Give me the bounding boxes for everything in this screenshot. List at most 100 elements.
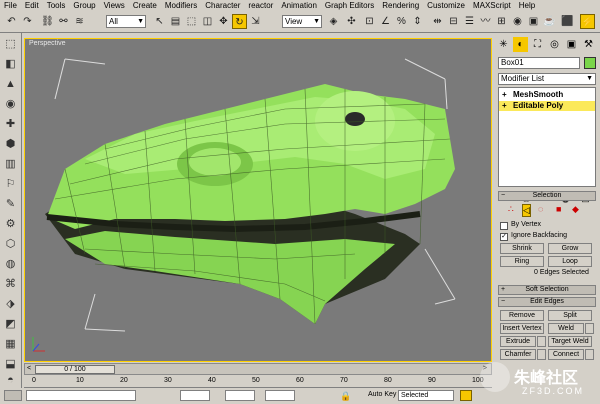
menu-item[interactable]: Graph Editors	[325, 0, 374, 11]
link-icon[interactable]: ⛓	[40, 14, 55, 29]
tool-icon-1[interactable]: ⬚	[3, 37, 18, 52]
menu-item[interactable]: MAXScript	[473, 0, 511, 11]
tool-icon-18[interactable]: ◓	[3, 373, 18, 388]
weld-button[interactable]: Weld	[548, 323, 584, 334]
layer-manager-icon[interactable]: ☰	[462, 14, 477, 29]
tool-icon-11[interactable]: ⬡	[3, 237, 18, 252]
quick-render-icon[interactable]: ☕	[542, 14, 557, 29]
active-shade-icon[interactable]: ⚡	[580, 14, 595, 29]
tool-icon-13[interactable]: ⌘	[3, 277, 18, 292]
menu-item[interactable]: Views	[104, 0, 125, 11]
pivot-center-icon[interactable]: ◈	[326, 14, 341, 29]
unlink-icon[interactable]: ⚯	[56, 14, 71, 29]
autokey-button[interactable]: Auto Key	[368, 391, 396, 398]
manipulate-icon[interactable]: ✣	[344, 14, 359, 29]
rect-selection-icon[interactable]: ⬚	[184, 14, 199, 29]
tool-icon-6[interactable]: ⬢	[3, 137, 18, 152]
select-by-name-icon[interactable]: ▤	[168, 14, 183, 29]
angle-snap-icon[interactable]: ∠	[378, 14, 393, 29]
window-crossing-icon[interactable]: ◫	[200, 14, 215, 29]
tool-icon-2[interactable]: ◧	[3, 57, 18, 72]
select-scale-icon[interactable]: ⇲	[248, 14, 263, 29]
connect-button[interactable]: Connect	[548, 349, 584, 360]
ring-button[interactable]: Ring	[500, 256, 544, 267]
selection-filter-dropdown[interactable]: All ▼	[106, 15, 146, 28]
render-type-icon[interactable]: ⬛	[560, 14, 575, 29]
shrink-button[interactable]: Shrink	[500, 243, 544, 254]
frog-mesh-model[interactable]	[25, 39, 491, 361]
extrude-button[interactable]: Extrude	[500, 336, 536, 347]
redo-icon[interactable]: ↷	[20, 14, 35, 29]
modifier-list-dropdown[interactable]: Modifier List ▼	[498, 73, 596, 85]
snaps-toggle-icon[interactable]: ⊡	[362, 14, 377, 29]
track-bar[interactable]: 0 10 20 30 40 50 60 70 80 90 100	[24, 375, 492, 388]
tool-icon-10[interactable]: ⚙	[3, 217, 18, 232]
display-tab-icon[interactable]: ▣	[564, 37, 579, 52]
ignore-backfacing-checkbox[interactable]: ✓	[500, 233, 508, 241]
menu-item[interactable]: Help	[519, 0, 535, 11]
align-icon[interactable]: ⊟	[446, 14, 461, 29]
selection-rollout-header[interactable]: − Selection	[498, 191, 596, 201]
mirror-icon[interactable]: ⇹	[430, 14, 445, 29]
modify-tab-icon[interactable]: ◐	[513, 37, 528, 52]
by-vertex-checkbox[interactable]	[500, 222, 508, 230]
extrude-settings-button[interactable]	[537, 336, 546, 347]
menu-item[interactable]: Animation	[281, 0, 317, 11]
menu-item[interactable]: Modifiers	[165, 0, 197, 11]
tool-icon-7[interactable]: ▥	[3, 157, 18, 172]
tool-icon-16[interactable]: ▦	[3, 337, 18, 352]
tool-icon-12[interactable]: ◍	[3, 257, 18, 272]
vertex-icon[interactable]: ∴	[508, 204, 514, 215]
chamfer-settings-button[interactable]	[537, 349, 546, 360]
stack-item-editable-poly[interactable]: + Editable Poly	[499, 101, 595, 111]
polygon-icon[interactable]: ■	[556, 204, 561, 214]
create-tab-icon[interactable]: ✳	[496, 37, 511, 52]
selected-dropdown[interactable]: Selected	[398, 390, 454, 401]
weld-settings-button[interactable]	[585, 323, 594, 334]
schematic-view-icon[interactable]: ⊞	[494, 14, 509, 29]
coord-x-field[interactable]	[180, 390, 210, 401]
object-color-swatch[interactable]	[584, 57, 596, 69]
element-icon[interactable]: ◆	[572, 204, 579, 215]
select-rotate-icon[interactable]: ↻	[232, 14, 247, 29]
hierarchy-tab-icon[interactable]: ⛶	[530, 37, 545, 52]
perspective-viewport[interactable]: Perspective	[24, 38, 492, 362]
menu-item[interactable]: Edit	[25, 0, 39, 11]
bind-space-warp-icon[interactable]: ≋	[72, 14, 87, 29]
menu-item[interactable]: Tools	[47, 0, 66, 11]
insert-vertex-button[interactable]: Insert Vertex	[500, 323, 544, 334]
split-button[interactable]: Split	[548, 310, 592, 321]
menu-item[interactable]: Create	[133, 0, 157, 11]
target-weld-button[interactable]: Target Weld	[548, 336, 592, 347]
ref-coord-dropdown[interactable]: View ▼	[282, 15, 322, 28]
menu-item[interactable]: Character	[205, 0, 240, 11]
tool-icon-8[interactable]: ⚐	[3, 177, 18, 192]
select-move-icon[interactable]: ✥	[216, 14, 231, 29]
tool-icon-4[interactable]: ◉	[3, 97, 18, 112]
loop-button[interactable]: Loop	[548, 256, 592, 267]
motion-tab-icon[interactable]: ◎	[547, 37, 562, 52]
menu-item[interactable]: Rendering	[382, 0, 419, 11]
menu-item[interactable]: File	[4, 0, 17, 11]
tool-icon-3[interactable]: ▲	[3, 77, 18, 92]
curve-editor-icon[interactable]: 〰	[478, 14, 493, 29]
tool-icon-17[interactable]: ⬓	[3, 357, 18, 372]
percent-snap-icon[interactable]: %	[394, 14, 409, 29]
coord-y-field[interactable]	[225, 390, 255, 401]
grow-button[interactable]: Grow	[548, 243, 592, 254]
time-slider[interactable]: 0 / 100	[35, 365, 115, 374]
edge-icon[interactable]: ◁	[522, 204, 531, 217]
soft-selection-rollout-header[interactable]: + Soft Selection	[498, 285, 596, 295]
prev-frame-icon[interactable]: <	[27, 365, 31, 372]
tool-icon-15[interactable]: ◩	[3, 317, 18, 332]
tool-icon-9[interactable]: ✎	[3, 197, 18, 212]
spinner-snap-icon[interactable]: ⇕	[410, 14, 425, 29]
utilities-tab-icon[interactable]: ⚒	[581, 37, 596, 52]
connect-settings-button[interactable]	[585, 349, 594, 360]
border-icon[interactable]: ◌	[538, 204, 543, 214]
tool-icon-14[interactable]: ⬗	[3, 297, 18, 312]
stack-item-meshsmooth[interactable]: + MeshSmooth	[499, 90, 595, 100]
menu-item[interactable]: Group	[73, 0, 95, 11]
menu-item[interactable]: reactor	[248, 0, 273, 11]
remove-button[interactable]: Remove	[500, 310, 544, 321]
